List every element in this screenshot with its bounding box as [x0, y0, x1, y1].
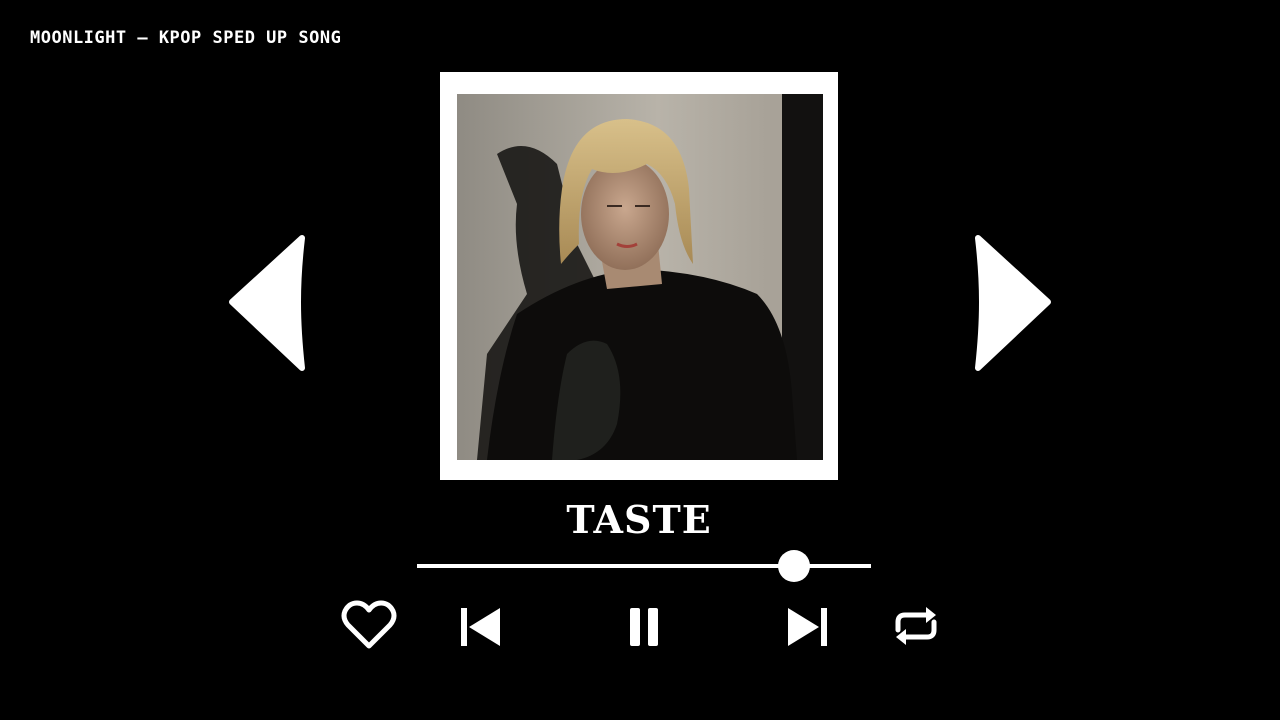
pause-button[interactable] [618, 600, 670, 652]
progress-bar[interactable] [417, 550, 871, 582]
previous-cover-arrow[interactable] [228, 232, 308, 374]
triangle-right-icon [975, 235, 1051, 371]
album-cover-frame [440, 72, 838, 480]
next-track-button[interactable] [783, 600, 833, 652]
like-button[interactable] [340, 600, 398, 652]
heart-icon [341, 600, 397, 649]
song-title: TASTE [566, 497, 712, 542]
player-screen: MOONLIGHT – KPOP SPED UP SONG TASTE [0, 0, 1280, 720]
channel-title: MOONLIGHT – KPOP SPED UP SONG [30, 28, 342, 48]
skip-previous-icon [461, 608, 500, 646]
next-cover-arrow[interactable] [972, 232, 1052, 374]
repeat-icon [895, 607, 937, 645]
previous-track-button[interactable] [455, 600, 505, 652]
triangle-left-icon [229, 235, 305, 371]
skip-next-icon [788, 608, 827, 646]
progress-knob[interactable] [777, 550, 810, 582]
pause-icon [630, 608, 658, 646]
repeat-button[interactable] [888, 600, 944, 652]
album-cover-image [457, 94, 823, 460]
